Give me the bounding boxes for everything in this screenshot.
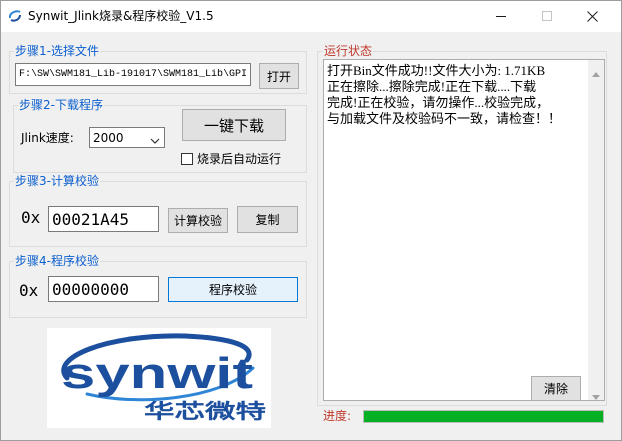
log-line: 正在擦除...擦除完成!正在下载....下载: [327, 79, 537, 94]
app-icon: [8, 9, 22, 23]
file-path-input[interactable]: [15, 63, 251, 86]
step1-title: 步骤1-选择文件: [14, 44, 100, 58]
chevron-down-icon: [150, 134, 160, 144]
verify-checksum-input[interactable]: [48, 276, 159, 302]
one-click-download-button[interactable]: 一键下载: [182, 109, 286, 141]
status-log[interactable]: 打开Bin文件成功!!文件大小为: 1.71KB 正在擦除...擦除完成!正在下…: [323, 59, 605, 401]
app-window: Synwit_Jlink烧录&程序校验_V1.5 步骤1-选择文件 打开 步骤2…: [0, 0, 622, 441]
verify-program-button[interactable]: 程序校验: [168, 277, 298, 302]
title-bar[interactable]: Synwit_Jlink烧录&程序校验_V1.5: [1, 1, 621, 32]
logo-wordmark: synwit: [61, 349, 253, 398]
auto-run-checkbox[interactable]: [181, 153, 193, 165]
status-title: 运行状态: [323, 44, 374, 58]
progress-label: 进度:: [323, 409, 352, 423]
status-log-text: 打开Bin文件成功!!文件大小为: 1.71KB 正在擦除...擦除完成!正在下…: [327, 63, 587, 127]
progress-bar: [363, 410, 604, 423]
minimize-button[interactable]: [478, 1, 524, 32]
jlink-speed-label: Jlink速度:: [21, 131, 74, 145]
minimize-icon: [496, 16, 506, 17]
maximize-button[interactable]: [524, 1, 570, 32]
progress-fill: [364, 411, 603, 422]
clear-log-button[interactable]: 清除: [531, 376, 581, 401]
window-title: Synwit_Jlink烧录&程序校验_V1.5: [28, 9, 214, 23]
checksum-hex-prefix: 0x: [21, 208, 41, 227]
close-icon: [587, 11, 598, 22]
step3-title: 步骤3-计算校验: [14, 174, 100, 188]
jlink-speed-value: 2000: [93, 131, 124, 145]
log-line: 打开Bin文件成功!!文件大小为: 1.71KB: [327, 63, 546, 78]
verify-hex-prefix: 0x: [19, 281, 39, 300]
jlink-speed-select[interactable]: 2000: [89, 127, 165, 148]
log-line: 与加载文件及校验码不一致，请检查！！: [327, 111, 562, 126]
checksum-input[interactable]: [48, 206, 159, 232]
maximize-icon: [542, 11, 552, 21]
logo-cn-name: 华芯微特: [144, 399, 266, 423]
scroll-down-icon[interactable]: [592, 389, 600, 400]
copy-button[interactable]: 复制: [237, 206, 298, 233]
scroll-up-icon[interactable]: [592, 66, 600, 77]
close-button[interactable]: [570, 1, 616, 32]
log-line: 完成!正在校验，请勿操作...校验完成，: [327, 95, 550, 110]
step2-title: 步骤2-下载程序: [18, 98, 104, 112]
log-scrollbar[interactable]: [588, 60, 604, 400]
auto-run-label[interactable]: 烧录后自动运行: [197, 152, 281, 166]
step4-title: 步骤4-程序校验: [14, 254, 100, 268]
open-file-button[interactable]: 打开: [259, 63, 299, 89]
calculate-checksum-button[interactable]: 计算校验: [168, 208, 228, 233]
synwit-logo: synwit 华芯微特: [47, 328, 271, 428]
